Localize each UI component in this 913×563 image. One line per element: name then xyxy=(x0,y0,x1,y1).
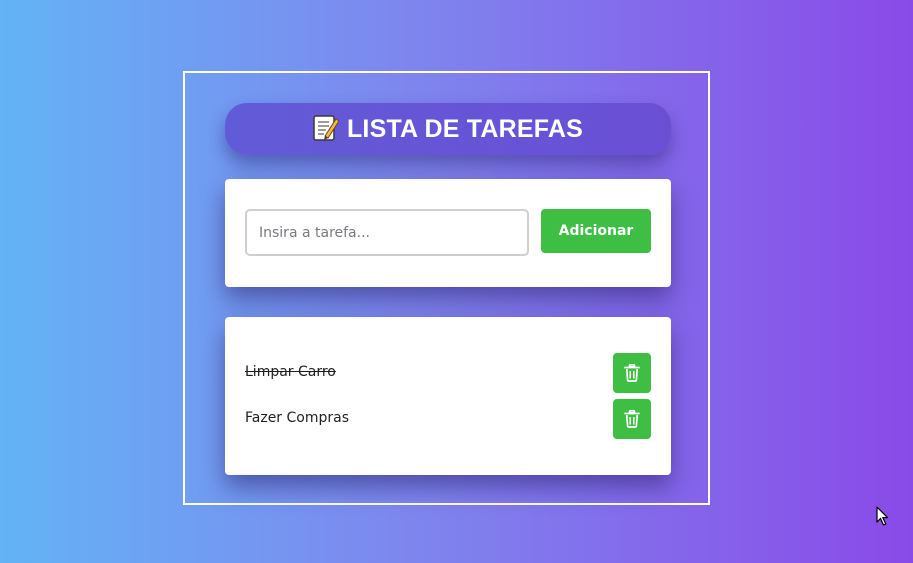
list-item: Fazer Compras xyxy=(245,399,651,439)
delete-task-button[interactable] xyxy=(613,399,651,439)
mouse-cursor-icon xyxy=(876,506,889,526)
task-text[interactable]: Limpar Carro xyxy=(245,364,336,380)
add-task-button[interactable]: Adicionar xyxy=(541,209,651,253)
delete-task-button[interactable] xyxy=(613,353,651,393)
list-item: Limpar Carro xyxy=(245,353,651,393)
task-text[interactable]: Fazer Compras xyxy=(245,410,349,426)
trash-icon xyxy=(624,364,640,382)
task-form-card: Adicionar xyxy=(225,179,671,287)
task-input[interactable] xyxy=(245,209,529,256)
page-title-text: LISTA DE TAREFAS xyxy=(346,114,584,143)
trash-icon xyxy=(624,410,640,428)
task-list-card: Limpar Carro Fazer Compras xyxy=(225,317,671,475)
page-title: LISTA DE TAREFAS xyxy=(225,103,671,155)
memo-icon xyxy=(313,114,340,142)
